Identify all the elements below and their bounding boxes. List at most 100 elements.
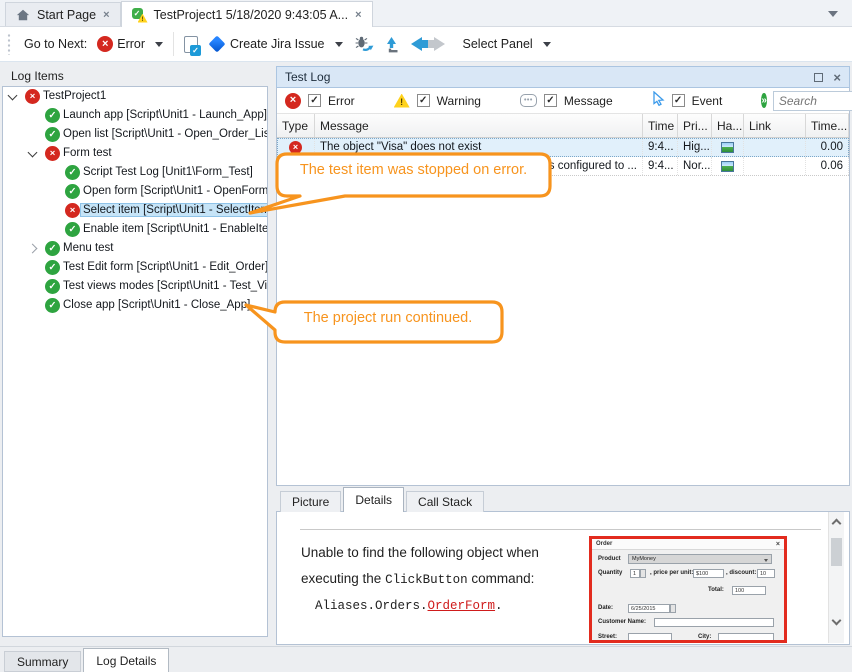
tree-item[interactable]: ×Form test [3, 144, 267, 163]
message-cell: s configured to ... [315, 157, 643, 175]
tree-item[interactable]: ✓Open list [Script\Unit1 - Open_Order_Li… [3, 125, 267, 144]
log-report-icon[interactable] [184, 36, 198, 53]
filter-label: Message [564, 94, 613, 108]
details-message: Unable to find the following object when… [301, 540, 557, 619]
tab-picture[interactable]: Picture [280, 491, 341, 512]
event-filter-checkbox[interactable]: ✓ [672, 94, 685, 107]
tree-item[interactable]: ×TestProject1 [3, 87, 267, 106]
message-filter-checkbox[interactable]: ✓ [544, 94, 557, 107]
quantity-label: Quantity [598, 570, 622, 576]
close-icon: × [776, 541, 780, 548]
log-row[interactable]: s configured to ...9:4...Nor... 0.06 [277, 157, 849, 176]
tab-start-page[interactable]: Start Page × [5, 2, 121, 26]
expand-icon[interactable] [28, 244, 38, 254]
tree-item-label: Form test [63, 147, 112, 159]
test-log-title: Test Log [285, 70, 330, 84]
tree-item-label: Test views modes [Script\Unit1 - Test_Vi… [63, 280, 268, 292]
tab-log-details[interactable]: Log Details [83, 648, 169, 672]
tree-item[interactable]: ✓Launch app [Script\Unit1 - Launch_App] [3, 106, 267, 125]
tab-call-stack[interactable]: Call Stack [406, 491, 484, 512]
total-label: Total: [708, 587, 724, 593]
column-header[interactable]: Time... [806, 114, 849, 137]
run-time-cell: 0.06 [806, 157, 849, 175]
scroll-up-icon[interactable] [832, 519, 842, 529]
close-icon[interactable]: × [355, 9, 361, 21]
quantity-spinner [640, 569, 646, 578]
log-items-title: Log Items [11, 69, 64, 83]
warning-filter-checkbox[interactable]: ✓ [417, 94, 430, 107]
tree-item[interactable]: ✓Test views modes [Script\Unit1 - Test_V… [3, 277, 267, 296]
tree-item[interactable]: ✓Close app [Script\Unit1 - Close_App] [3, 296, 267, 315]
run-test-icon[interactable] [355, 36, 374, 52]
create-jira-issue-button[interactable]: Create Jira Issue [208, 37, 342, 51]
date-field: 6/25/2015 [628, 604, 670, 613]
filter-group-message: ••• ✓ Message [520, 94, 613, 108]
filter-group-error: ×✓Error [285, 93, 355, 109]
link-cell [744, 157, 806, 175]
navigate-forward-icon[interactable] [434, 37, 445, 51]
error-icon: × [289, 141, 302, 154]
tree-item[interactable]: ✓Enable item [Script\Unit1 - EnableItem] [3, 220, 267, 239]
message-icon: ••• [520, 94, 537, 107]
tree-item[interactable]: ✓Menu test [3, 239, 267, 258]
type-cell [277, 157, 315, 175]
orderform-link[interactable]: OrderForm [428, 599, 496, 613]
detail-tab-strip: PictureDetailsCall Stack [280, 488, 486, 512]
total-field: 100 [732, 586, 766, 595]
tree-item-label: TestProject1 [43, 90, 106, 102]
error-icon: × [45, 146, 60, 161]
search-continue-icon[interactable]: » [761, 93, 767, 108]
close-panel-icon[interactable]: × [833, 70, 841, 85]
tree-item-label: Open form [Script\Unit1 - OpenForm] [83, 185, 268, 197]
priority-cell: Nor... [678, 157, 712, 175]
column-header[interactable]: Message [315, 114, 643, 137]
scroll-down-icon[interactable] [832, 616, 842, 626]
run-time-cell: 0.00 [806, 138, 849, 156]
success-icon: ✓ [45, 108, 60, 123]
tab-details[interactable]: Details [343, 487, 404, 512]
go-to-next-error-button[interactable]: × Error [97, 36, 163, 52]
error-icon: × [97, 36, 113, 52]
street-field [628, 633, 672, 642]
test-log-icon: ✓ ! [132, 8, 147, 22]
street-label: Street: [598, 634, 617, 640]
column-header[interactable]: Ha... [712, 114, 744, 137]
details-scrollbar[interactable] [828, 512, 844, 643]
navigate-back-icon[interactable] [411, 37, 422, 51]
tree-item[interactable]: ✓Open form [Script\Unit1 - OpenForm] [3, 182, 267, 201]
tab-list-dropdown-icon[interactable] [828, 11, 838, 17]
tree-item[interactable]: ✓Script Test Log [Unit1\Form_Test] [3, 163, 267, 182]
tree-item[interactable]: ✓Test Edit form [Script\Unit1 - Edit_Ord… [3, 258, 267, 277]
chevron-down-icon [335, 42, 343, 47]
tab-test-log-project[interactable]: ✓ ! TestProject1 5/18/2020 9:43:05 A... … [121, 1, 373, 27]
scrollbar-thumb[interactable] [831, 538, 842, 566]
discount-label: , discount: [726, 570, 756, 576]
error-icon: × [25, 89, 40, 104]
close-icon[interactable]: × [103, 9, 109, 21]
column-header[interactable]: Pri... [678, 114, 712, 137]
discount-field: 10 [757, 569, 775, 578]
log-row[interactable]: ×The object "Visa" does not exist9:4...H… [277, 138, 849, 157]
home-icon [16, 8, 30, 22]
column-header[interactable]: Type [277, 114, 315, 137]
column-header[interactable]: Time [643, 114, 678, 137]
error-filter-checkbox[interactable]: ✓ [308, 94, 321, 107]
tab-summary[interactable]: Summary [4, 651, 81, 672]
float-panel-icon[interactable] [814, 73, 823, 82]
collapse-icon[interactable] [8, 91, 18, 101]
column-header[interactable]: Link [744, 114, 806, 137]
select-panel-button[interactable]: Select Panel [459, 37, 551, 51]
filter-group-warning: !✓Warning [394, 94, 481, 108]
time-cell: 9:4... [643, 157, 678, 175]
details-object-path: Aliases.Orders.OrderForm. [301, 593, 557, 619]
tree-item[interactable]: ×Select item [Script\Unit1 - SelectItem] [3, 201, 267, 220]
tree-item-label: Launch app [Script\Unit1 - Launch_App] [63, 109, 267, 121]
search-input[interactable] [774, 94, 852, 108]
product-label: Product [598, 556, 621, 562]
collapse-icon[interactable] [28, 148, 38, 158]
details-divider [300, 529, 821, 530]
toolbar-grip[interactable] [7, 33, 11, 55]
go-to-parent-icon[interactable] [384, 36, 399, 53]
order-dialog-titlebar: Order × [592, 539, 784, 550]
select-panel-label: Select Panel [463, 37, 533, 51]
